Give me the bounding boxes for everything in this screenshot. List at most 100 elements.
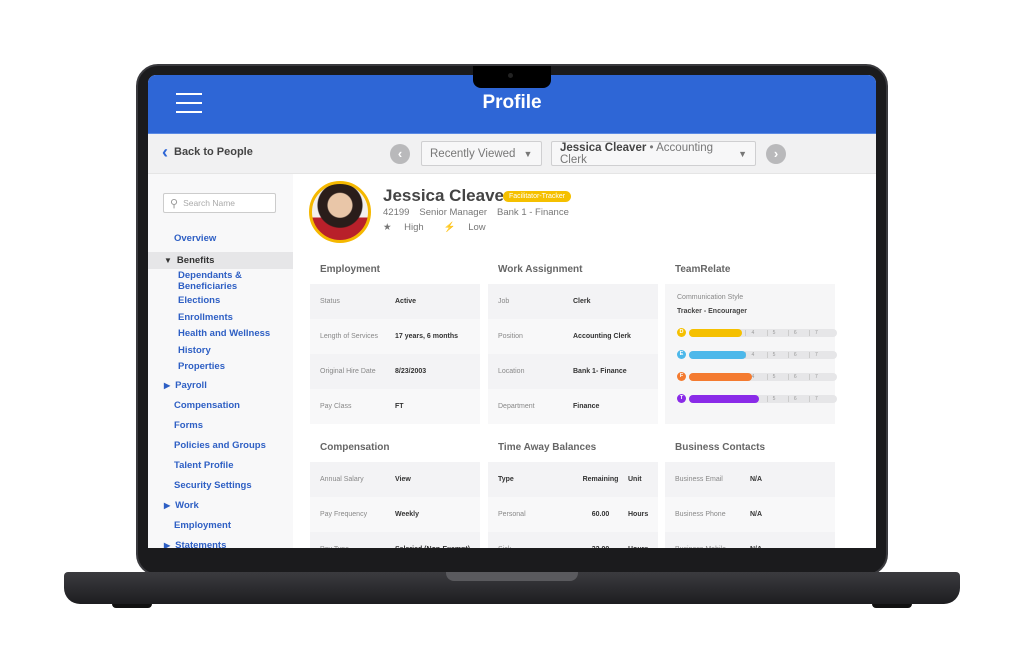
- star-icon: ★: [383, 222, 392, 233]
- teamrelate-section: TeamRelate Communication Style Tracker -…: [665, 264, 837, 424]
- table-row: Business Email N/A: [665, 462, 835, 497]
- sidebar-item-compensation[interactable]: Compensation: [148, 396, 293, 416]
- employee-id: 42199: [383, 207, 410, 218]
- teamrelate-card: Communication Style Tracker - Encourager…: [665, 284, 837, 424]
- main-content: Jessica Cleaver Facilitator-Tracker 4219…: [293, 174, 876, 548]
- sidebar-item-label: Work: [175, 499, 199, 511]
- sidebar-item-label: Talent Profile: [174, 459, 234, 471]
- field-value: N/A: [750, 511, 763, 518]
- field-label: Position: [498, 333, 523, 340]
- runner-icon: ⚡: [443, 222, 456, 233]
- field-value: Finance: [573, 403, 600, 410]
- person-name: Jessica Cleaver: [560, 141, 647, 154]
- sidebar-item-label: Payroll: [175, 379, 207, 391]
- scale-tick: 7: [808, 352, 823, 358]
- scale-tick: 7: [808, 396, 823, 402]
- laptop-base: [64, 572, 960, 604]
- field-label: Pay Type: [320, 546, 395, 548]
- sidebar-item-talent-profile[interactable]: Talent Profile: [148, 456, 293, 476]
- org-unit: Bank 1 - Finance: [497, 207, 569, 218]
- sidebar-item-policies-and-groups[interactable]: Policies and Groups: [148, 436, 293, 456]
- sidebar-item-label: Statements: [175, 539, 227, 549]
- disc-letter-badge: F: [677, 372, 686, 381]
- table-row: Original Hire Date 8/23/2003: [310, 354, 480, 389]
- laptop-foot: [872, 604, 912, 608]
- scale-tick: 6: [787, 374, 802, 380]
- flight-risk-rating: Low: [468, 222, 486, 233]
- section-title: Work Assignment: [498, 264, 583, 275]
- search-input[interactable]: ⚲ Search Name: [163, 193, 276, 213]
- table-row: Status Active: [310, 284, 480, 319]
- cell: Sick: [498, 546, 573, 548]
- sidebar-item-enrollments[interactable]: Enrollments: [148, 310, 293, 327]
- back-to-people-link[interactable]: ‹ Back to People: [162, 142, 253, 162]
- field-label: Length of Services: [320, 333, 378, 340]
- sidebar-item-payroll[interactable]: ▶ Payroll: [148, 376, 293, 396]
- sidebar-item-health-and-wellness[interactable]: Health and Wellness: [148, 326, 293, 343]
- cell: 60.00: [591, 511, 610, 518]
- field-value: Salaried (Non-Exempt): [395, 546, 470, 548]
- scale-tick: 6: [787, 352, 802, 358]
- table-row: Personal 60.00 Hours: [488, 497, 658, 532]
- subheader: ‹ Back to People ‹ Recently Viewed ▼ Jessi…: [148, 134, 876, 174]
- sidebar-item-label: Compensation: [174, 399, 240, 411]
- scale-tick: 4: [745, 330, 759, 336]
- sidebar-item-label: Elections: [178, 295, 221, 306]
- status-badge: Facilitator-Tracker: [503, 191, 572, 202]
- search-placeholder: Search Name: [183, 198, 236, 208]
- sidebar-item-label: Benefits: [176, 255, 215, 266]
- disc-bar-fill: [689, 395, 759, 403]
- sidebar-item-elections[interactable]: Elections: [148, 293, 293, 310]
- field-value: FT: [395, 403, 404, 410]
- camera-notch: [473, 66, 551, 88]
- recently-viewed-dropdown[interactable]: Recently Viewed ▼: [421, 141, 542, 166]
- field-label: Business Phone: [675, 511, 726, 518]
- profile-ratings: ★ High ⚡ Low: [383, 222, 506, 233]
- table-row: Job Clerk: [488, 284, 658, 319]
- field-label: Location: [498, 368, 525, 375]
- search-icon: ⚲: [170, 197, 179, 210]
- next-button[interactable]: ›: [766, 144, 786, 164]
- business-contacts-section: Business Contacts Business Email N/A Busine…: [665, 442, 835, 548]
- table-row: Sick32.00Hours: [488, 532, 658, 548]
- previous-button[interactable]: ‹: [390, 144, 410, 164]
- field-value: Active: [395, 298, 417, 305]
- person-dropdown[interactable]: Jessica Cleaver • Accounting Clerk ▼: [551, 141, 756, 166]
- profile-meta: 42199 Senior Manager Bank 1 - Finance: [383, 207, 579, 218]
- disc-letter-badge: E: [677, 350, 686, 359]
- disc-letter-badge: T: [677, 394, 686, 403]
- table-row: Business Phone N/A: [665, 497, 835, 532]
- sidebar-item-work[interactable]: ▶ Work: [148, 496, 293, 516]
- table-row: Location Bank 1- Finance: [488, 354, 658, 389]
- field-value: N/A: [750, 476, 763, 483]
- field-label: Status: [320, 298, 340, 305]
- field-value: Clerk: [573, 298, 591, 305]
- sidebar-item-properties[interactable]: Properties: [148, 359, 293, 376]
- sidebar-item-overview[interactable]: Overview: [148, 229, 293, 249]
- sidebar-item-history[interactable]: History: [148, 343, 293, 360]
- sidebar-item-benefits[interactable]: ▼ Benefits: [148, 252, 293, 269]
- chevron-left-icon: ‹: [162, 142, 168, 162]
- disc-letter-badge: D: [677, 328, 686, 337]
- sidebar-item-statements[interactable]: ▶ Statements: [148, 536, 293, 549]
- performance-rating: High: [404, 222, 424, 233]
- section-title: Compensation: [320, 442, 390, 453]
- cell: Hours: [628, 546, 648, 548]
- laptop-groove: [446, 572, 578, 581]
- scale-tick: 6: [787, 330, 802, 336]
- scale-tick: 7: [808, 374, 823, 380]
- work-assignment-section: Work Assignment Job Clerk Position Accountin…: [488, 264, 658, 424]
- app-screen: Profile ‹ Back to People ‹ Recently Viewe…: [148, 75, 876, 548]
- sidebar-item-security-settings[interactable]: Security Settings: [148, 476, 293, 496]
- field-value[interactable]: View: [395, 476, 411, 483]
- sidebar-item-forms[interactable]: Forms: [148, 416, 293, 436]
- sidebar-item-employment[interactable]: Employment: [148, 516, 293, 536]
- table-header: Type Remaining Unit: [488, 462, 658, 497]
- table-row: Pay Frequency Weekly: [310, 497, 480, 532]
- profile-name: Jessica Cleaver: [383, 186, 511, 205]
- caret-down-icon: ▼: [738, 148, 747, 159]
- field-label: Pay Class: [320, 403, 352, 410]
- sidebar-item-label: Overview: [174, 233, 217, 244]
- table-row: Length of Services 17 years, 6 months: [310, 319, 480, 354]
- sidebar-item-dependants-beneficiaries[interactable]: Dependants & Beneficiaries: [148, 269, 293, 293]
